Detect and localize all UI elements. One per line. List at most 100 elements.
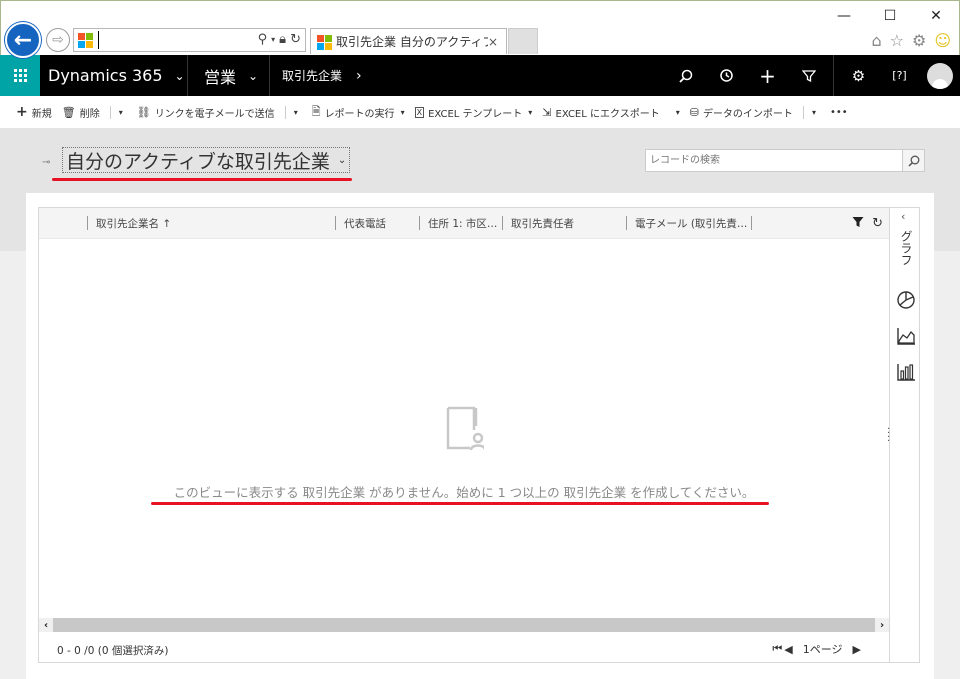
import-dropdown[interactable]: ▾ [812, 108, 816, 117]
chevron-down-icon: ▾ [400, 107, 405, 117]
next-page-icon[interactable]: ▶ [853, 643, 861, 656]
app-launcher-icon[interactable] [0, 55, 40, 96]
entity-label: 取引先企業 [282, 69, 343, 83]
record-search [645, 149, 925, 172]
column-header-primary-contact[interactable]: 取引先責任者 [511, 216, 574, 231]
column-header-address-city[interactable]: 住所 1: 市区… [428, 216, 497, 231]
collapse-panel-icon[interactable]: ‹ [901, 210, 905, 223]
email-link-button[interactable]: ⛓︎ リンクを電子メールで送信 [137, 105, 275, 120]
import-data-button[interactable]: ⛁ データのインポート [690, 105, 793, 120]
run-report-label: レポートの実行 [324, 108, 395, 120]
excel-export-label: EXCEL にエクスポート [555, 108, 660, 120]
run-report-button[interactable]: 🗎︎ レポートの実行 ▾ [312, 103, 405, 122]
report-icon: 🗎︎ [311, 104, 321, 118]
empty-record-icon [446, 406, 484, 451]
home-icon[interactable]: ⌂ [871, 31, 881, 50]
browser-chrome: — ☐ ✕ ← ⇨ ⚲ ▾ 🔒︎ ↻ 取引先企業 自分のアクティブ... × ⌂… [0, 0, 960, 58]
first-page-icon[interactable]: ⏮ [772, 642, 782, 656]
search-icon[interactable] [665, 55, 706, 96]
forward-icon[interactable]: ⇨ [46, 28, 70, 52]
browser-tab[interactable]: 取引先企業 自分のアクティブ... × [310, 28, 507, 54]
scroll-left-icon[interactable]: ‹ [39, 618, 53, 632]
chevron-down-icon: ⌄ [174, 68, 185, 83]
column-header-account-name[interactable]: 取引先企業名 ↑ [96, 216, 171, 231]
email-link-dropdown[interactable]: ▾ [294, 108, 298, 117]
help-icon[interactable]: [?] [879, 55, 920, 96]
chevron-right-icon: › [356, 67, 362, 84]
chevron-down-icon: ⌄ [248, 68, 259, 83]
address-input[interactable] [98, 31, 258, 49]
site-favicon-icon [78, 33, 93, 48]
top-nav-bar: Dynamics 365 ⌄ 営業 ⌄ 取引先企業 › + ⚙ [?] [0, 55, 960, 96]
page-label: 1ページ [802, 643, 843, 656]
delete-label: 削除 [79, 108, 100, 120]
maximize-button[interactable]: ☐ [867, 1, 913, 31]
area-chart-icon[interactable] [896, 326, 916, 346]
email-link-label: リンクを電子メールで送信 [154, 108, 275, 120]
grid-footer: 0 - 0 /0 (0 個選択済み) ⏮ ◀ 1ページ ▶ [39, 632, 889, 662]
history-icon[interactable] [706, 55, 747, 96]
delete-button[interactable]: 🗑︎ 削除 [62, 105, 100, 120]
record-count: 0 - 0 /0 (0 個選択済み) [57, 645, 169, 657]
tab-title: 取引先企業 自分のアクティブ... [336, 35, 488, 49]
view-selector[interactable]: 自分のアクティブな取引先企業 ⌄ [62, 147, 351, 173]
settings-icon[interactable]: ⚙ [838, 55, 879, 96]
chevron-down-icon: ▾ [528, 107, 533, 117]
minimize-button[interactable]: — [821, 1, 867, 31]
excel-export-button[interactable]: ⇲ EXCEL にエクスポート ▾ [542, 105, 679, 120]
tab-favicon-icon [317, 34, 332, 50]
window-controls: — ☐ ✕ [821, 1, 959, 31]
pin-icon[interactable]: ⊸ [42, 157, 50, 168]
column-header-main-phone[interactable]: 代表電話 [344, 216, 386, 231]
star-icon[interactable]: ☆ [890, 31, 904, 50]
excel-template-button[interactable]: X EXCEL テンプレート ▾ [414, 105, 533, 120]
more-label: ••• [829, 106, 848, 118]
brand-menu[interactable]: Dynamics 365 ⌄ [40, 55, 188, 96]
grid-header: 取引先企業名 ↑ 代表電話 住所 1: 市区… 取引先責任者 電子メール (取引… [39, 208, 889, 239]
new-tab-button[interactable] [508, 28, 538, 54]
refresh-icon[interactable]: ↻ [872, 216, 883, 232]
dropdown-icon[interactable]: ▾ [271, 32, 275, 48]
records-grid: 取引先企業名 ↑ 代表電話 住所 1: 市区… 取引先責任者 電子メール (取引… [38, 207, 890, 663]
area-label: 営業 [204, 67, 237, 87]
close-window-button[interactable]: ✕ [913, 1, 959, 31]
trash-icon: 🗑︎ [61, 105, 76, 119]
scroll-right-icon[interactable]: › [875, 618, 889, 632]
horizontal-scrollbar[interactable]: ‹ › [39, 618, 889, 632]
chart-panel-label[interactable]: グラフ [898, 230, 915, 266]
gear-icon[interactable]: ⚙ [912, 31, 926, 50]
user-avatar[interactable] [927, 62, 953, 89]
lock-icon[interactable]: 🔒︎ [279, 32, 286, 48]
new-button[interactable]: + 新規 [16, 104, 52, 120]
refresh-icon[interactable]: ↻ [290, 32, 301, 48]
column-header-email[interactable]: 電子メール (取引先責… [635, 216, 747, 231]
link-icon: ⛓︎ [136, 105, 151, 119]
chevron-down-icon: ⌄ [337, 154, 347, 166]
import-data-label: データのインポート [702, 108, 793, 120]
more-commands-button[interactable]: ••• [830, 107, 848, 118]
export-icon: ⇲ [542, 105, 552, 119]
filter-icon[interactable] [788, 55, 829, 96]
search-icon[interactable] [902, 150, 924, 171]
back-icon[interactable]: ← [5, 22, 41, 58]
chevron-down-icon: ▾ [675, 107, 680, 117]
tab-close-icon[interactable]: × [488, 35, 506, 49]
brand-label: Dynamics 365 [48, 66, 163, 85]
more-delete-dropdown[interactable]: ▾ [119, 108, 123, 117]
filter-icon[interactable] [852, 216, 864, 232]
smiley-icon[interactable]: ☺ [934, 31, 951, 50]
highlight-underline [52, 178, 352, 181]
previous-page-icon[interactable]: ◀ [784, 643, 792, 656]
plus-icon: + [16, 104, 28, 120]
search-icon[interactable]: ⚲ [258, 32, 268, 48]
entity-breadcrumb[interactable]: 取引先企業 › [270, 67, 362, 84]
area-menu[interactable]: 営業 ⌄ [188, 55, 270, 96]
plus-icon[interactable]: + [747, 55, 788, 96]
import-icon: ⛁ [689, 105, 699, 119]
pie-chart-icon[interactable] [896, 290, 916, 310]
bar-chart-icon[interactable] [896, 362, 916, 382]
chart-side-panel: ‹ グラフ [890, 207, 920, 663]
excel-icon: X [414, 106, 425, 118]
address-bar[interactable]: ⚲ ▾ 🔒︎ ↻ [73, 28, 306, 52]
search-input[interactable] [646, 150, 902, 171]
